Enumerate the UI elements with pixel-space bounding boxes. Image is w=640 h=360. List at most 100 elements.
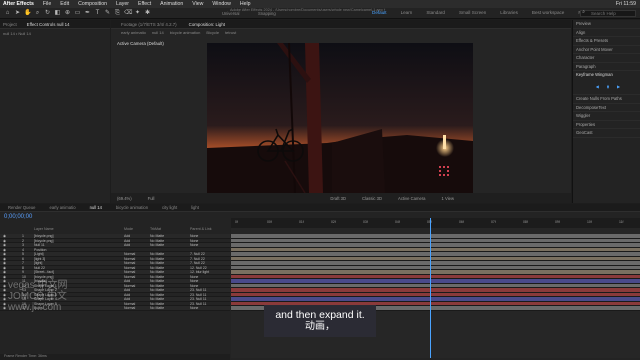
visibility-eye-icon[interactable]: ◉: [3, 284, 6, 288]
tab-footage[interactable]: Footage (1/7/ETS 3/4/ 4.2.7): [121, 22, 177, 27]
layer-name[interactable]: [Street...fact]: [34, 270, 54, 274]
layer-parent[interactable]: 7. Null 22: [190, 257, 205, 261]
tab-effect-controls[interactable]: Effect Controls null 14: [27, 22, 70, 27]
menu-window[interactable]: Window: [212, 1, 230, 7]
tab-render-queue[interactable]: Render Queue: [8, 205, 35, 210]
menu-app-name[interactable]: After Effects: [3, 1, 34, 7]
layer-parent[interactable]: None: [190, 284, 198, 288]
tab-bicycle-animation[interactable]: bicycle animation: [116, 205, 148, 210]
layer-mode[interactable]: Add: [124, 279, 130, 283]
visibility-eye-icon[interactable]: ◉: [3, 261, 6, 265]
layer-mode[interactable]: Add: [124, 288, 130, 292]
menu-layer[interactable]: Layer: [116, 1, 129, 7]
puppet-tool-icon[interactable]: ✱: [144, 10, 151, 17]
visibility-eye-icon[interactable]: ◉: [3, 270, 6, 274]
panel-properties[interactable]: Properties: [573, 121, 640, 129]
layer-trkmat[interactable]: No Matte: [150, 302, 164, 306]
composition-viewer[interactable]: [207, 43, 473, 193]
visibility-eye-icon[interactable]: ◉: [3, 275, 6, 279]
panel-create-nulls[interactable]: Create Nulls From Paths: [573, 95, 640, 104]
visibility-eye-icon[interactable]: ◉: [3, 288, 6, 292]
tab-city-light[interactable]: city light: [162, 205, 177, 210]
col-mode[interactable]: Mode: [124, 227, 133, 231]
tab-light[interactable]: light: [191, 205, 199, 210]
visibility-eye-icon[interactable]: ◉: [3, 297, 6, 301]
crumb-early-animation[interactable]: early animatio: [121, 30, 146, 35]
pan-behind-tool-icon[interactable]: ⊕: [64, 10, 71, 17]
layer-parent[interactable]: None: [190, 243, 198, 247]
col-layer-name[interactable]: Layer Name: [34, 227, 54, 231]
layer-trkmat[interactable]: No Matte: [150, 275, 164, 279]
tab-project[interactable]: Project: [3, 22, 17, 27]
layer-parent[interactable]: 23. Null 11: [190, 297, 206, 301]
panel-effects-presets[interactable]: Effects & Presets: [573, 37, 640, 46]
hand-tool-icon[interactable]: ✋: [24, 10, 31, 17]
layer-name[interactable]: [light 3]: [34, 257, 45, 261]
layer-mode[interactable]: Normal: [124, 284, 135, 288]
panel-preview[interactable]: Preview: [573, 20, 640, 29]
layer-parent[interactable]: None: [190, 279, 198, 283]
current-timecode[interactable]: 0;00;00;00: [4, 214, 32, 220]
layer-parent[interactable]: 23. Null 11: [190, 302, 206, 306]
resolution-select[interactable]: Full: [148, 196, 155, 201]
layer-trkmat[interactable]: No Matte: [150, 252, 164, 256]
layer-mode[interactable]: Add: [124, 243, 130, 247]
visibility-eye-icon[interactable]: ◉: [3, 239, 6, 243]
visibility-eye-icon[interactable]: ◉: [3, 266, 6, 270]
panel-align[interactable]: Align: [573, 29, 640, 37]
ease-out-icon[interactable]: ▶: [617, 83, 620, 92]
layer-mode[interactable]: Normal: [124, 252, 135, 256]
col-trkmat[interactable]: TrkMat: [150, 227, 161, 231]
layer-mode[interactable]: Normal: [124, 266, 135, 270]
visibility-eye-icon[interactable]: ◉: [3, 293, 6, 297]
zoom-tool-icon[interactable]: ⌕: [34, 10, 41, 17]
menu-help[interactable]: Help: [240, 1, 251, 7]
renderer-select[interactable]: Classic 3D: [362, 196, 382, 201]
magnification-select[interactable]: (69.4%): [117, 196, 132, 201]
visibility-eye-icon[interactable]: ◉: [3, 279, 6, 283]
layer-trkmat[interactable]: No Matte: [150, 261, 164, 265]
crumb-tetrust[interactable]: tetrust: [225, 30, 236, 35]
workspace-learn[interactable]: Learn: [401, 10, 413, 15]
layer-trkmat[interactable]: No Matte: [150, 279, 164, 283]
visibility-eye-icon[interactable]: ◉: [3, 248, 6, 252]
layer-trkmat[interactable]: No Matte: [150, 239, 164, 243]
eraser-tool-icon[interactable]: ⌫: [124, 10, 132, 17]
layer-trkmat[interactable]: No Matte: [150, 297, 164, 301]
workspace-libraries[interactable]: Libraries: [500, 10, 518, 15]
roto-brush-tool-icon[interactable]: ✦: [134, 10, 141, 17]
panel-decompose-text[interactable]: DecomposeText: [573, 104, 640, 112]
menu-view[interactable]: View: [192, 1, 203, 7]
panel-keyframe-wingman[interactable]: Keyframe Wingman ◀ ⧫ ▶: [573, 71, 640, 95]
visibility-eye-icon[interactable]: ◉: [3, 252, 6, 256]
panel-wiggler[interactable]: Wiggler: [573, 112, 640, 121]
rectangle-tool-icon[interactable]: ▭: [74, 10, 81, 17]
camera-tool-icon[interactable]: ◧: [54, 10, 61, 17]
layer-parent[interactable]: 12. Null 22: [190, 266, 207, 270]
layer-trkmat[interactable]: No Matte: [150, 257, 164, 261]
home-icon[interactable]: ⌂: [4, 10, 11, 17]
layer-name[interactable]: Position: [34, 248, 46, 252]
layer-trkmat[interactable]: No Matte: [150, 306, 164, 310]
layer-trkmat[interactable]: No Matte: [150, 243, 164, 247]
layer-mode[interactable]: Normal: [124, 270, 135, 274]
workspace-small-screen[interactable]: Small Screen: [459, 10, 486, 15]
visibility-eye-icon[interactable]: ◉: [3, 302, 6, 306]
visibility-eye-icon[interactable]: ◉: [3, 243, 6, 247]
tab-early-animation[interactable]: early animatio: [49, 205, 75, 210]
layer-trkmat[interactable]: No Matte: [150, 284, 164, 288]
panel-character[interactable]: Character: [573, 54, 640, 63]
tab-composition[interactable]: Composition: Light: [189, 22, 225, 27]
keyframe-icon[interactable]: ⧫: [607, 83, 609, 92]
layer-parent[interactable]: None: [190, 239, 198, 243]
camera-view-select[interactable]: Active Camera: [398, 196, 425, 201]
crumb-null-14[interactable]: null 14: [152, 30, 164, 35]
panel-anchor-point-mover[interactable]: Anchor Point Mover: [573, 46, 640, 54]
layer-name[interactable]: [bicycle.png]: [34, 234, 53, 238]
layer-parent[interactable]: 7. Null 22: [190, 261, 205, 265]
menu-effect[interactable]: Effect: [138, 1, 151, 7]
menu-edit[interactable]: Edit: [60, 1, 69, 7]
panel-paragraph[interactable]: Paragraph: [573, 63, 640, 71]
layer-parent[interactable]: 23. Null 11: [190, 288, 206, 292]
timeline-tracks[interactable]: 0f00f01f02f03f04f05f06f07f08f09f10f11f: [231, 218, 640, 358]
